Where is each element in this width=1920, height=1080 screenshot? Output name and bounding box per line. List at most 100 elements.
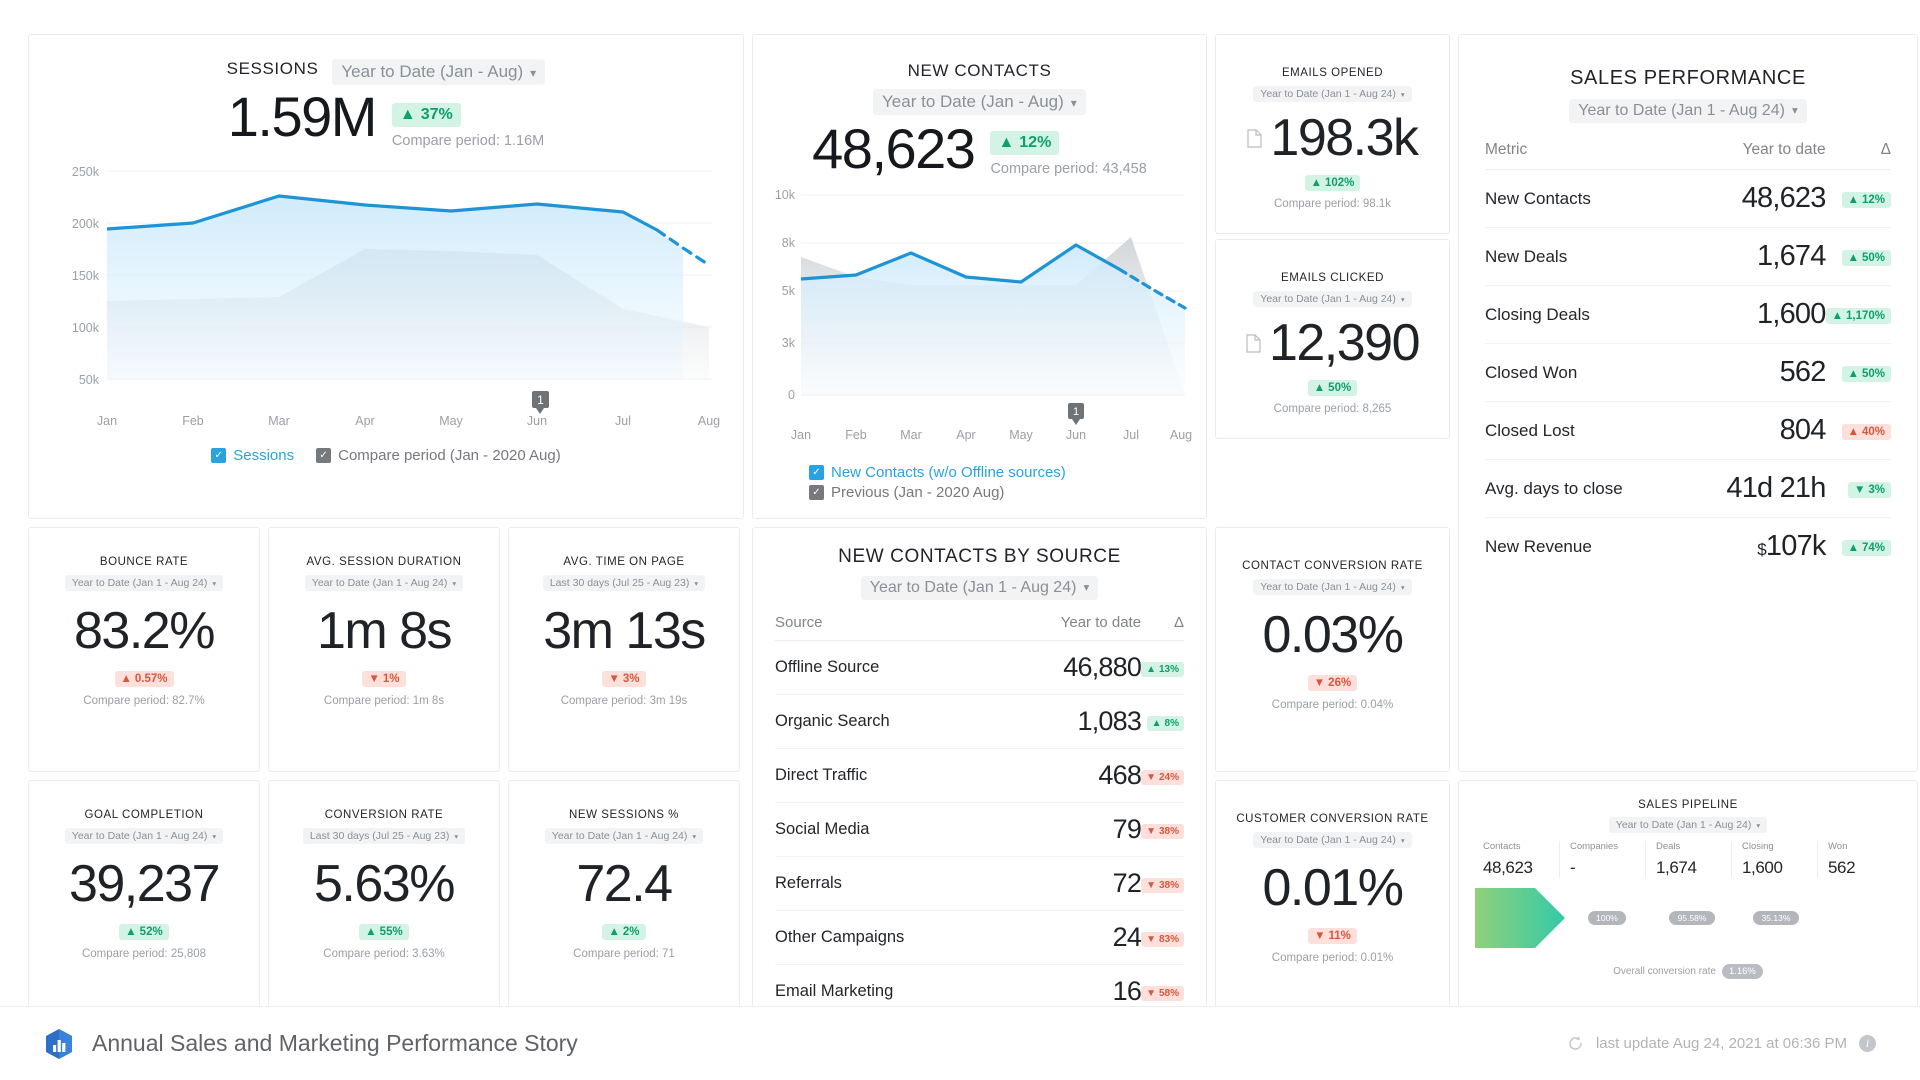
- emails-opened-value: 198.3k: [1270, 109, 1419, 167]
- table-row[interactable]: Avg. days to close 41d 21h ▼ 3%: [1485, 459, 1891, 518]
- sessions-value-row: 1.59M ▲ 37% Compare period: 1.16M: [47, 85, 725, 150]
- col-delta[interactable]: Δ: [1141, 614, 1184, 641]
- arrow-up-icon: ▲: [399, 106, 416, 123]
- arrow-up-icon: ▲: [1847, 251, 1859, 264]
- new-sessions-period-dropdown[interactable]: Year to Date (Jan 1 - Aug 24) ▾: [544, 828, 704, 844]
- new-contacts-period-dropdown[interactable]: Year to Date (Jan - Aug) ▾: [873, 89, 1086, 115]
- sessions-legend: ✓ Sessions ✓ Compare period (Jan - 2020 …: [47, 447, 725, 464]
- sales-pipeline-period-dropdown[interactable]: Year to Date (Jan 1 - Aug 24) ▾: [1608, 817, 1768, 833]
- pipeline-stage-won[interactable]: Won 562: [1817, 841, 1903, 878]
- pipeline-stage-closing[interactable]: Closing 1,600: [1731, 841, 1817, 878]
- info-icon[interactable]: i: [1859, 1035, 1876, 1052]
- pipeline-stage-deals[interactable]: Deals 1,674: [1645, 841, 1731, 878]
- contact-conversion-period-label: Year to Date (Jan 1 - Aug 24): [1260, 581, 1396, 593]
- source-delta-badge: ▼ 58%: [1141, 985, 1184, 1001]
- conversion-rate-period-dropdown[interactable]: Last 30 days (Jul 25 - Aug 23) ▾: [302, 828, 466, 844]
- svg-text:Mar: Mar: [268, 414, 290, 428]
- contact-conversion-value: 0.03%: [1262, 606, 1404, 664]
- legend-item-new-contacts[interactable]: ✓ New Contacts (w/o Offline sources): [809, 464, 1192, 481]
- goal-completion-period-label: Year to Date (Jan 1 - Aug 24): [71, 830, 208, 842]
- bounce-rate-period-dropdown[interactable]: Year to Date (Jan 1 - Aug 24) ▾: [64, 575, 224, 591]
- goal-completion-delta-badge: ▲ 52%: [119, 924, 169, 940]
- contacts-by-source-period-dropdown[interactable]: Year to Date (Jan 1 - Aug 24) ▾: [860, 576, 1099, 600]
- svg-text:May: May: [1009, 428, 1033, 442]
- new-contacts-legend: ✓ New Contacts (w/o Offline sources) ✓ P…: [767, 464, 1192, 501]
- metric-delta-badge: ▲ 74%: [1841, 539, 1891, 556]
- pipeline-stage-contacts[interactable]: Contacts 48,623: [1473, 841, 1559, 878]
- sessions-value: 1.59M: [227, 85, 378, 148]
- new-contacts-delta-value: 12%: [1019, 134, 1052, 151]
- chevron-down-icon: ▾: [1400, 836, 1405, 846]
- emails-opened-compare: Compare period: 98.1k: [1274, 198, 1391, 210]
- new-sessions-delta-value: 2%: [622, 926, 640, 938]
- avg-time-compare: Compare period: 3m 19s: [560, 695, 688, 707]
- emails-clicked-period-label: Year to Date (Jan 1 - Aug 24): [1260, 293, 1396, 305]
- metric-value: 41d 21h: [1682, 459, 1826, 518]
- sessions-period-dropdown[interactable]: Year to Date (Jan - Aug) ▾: [332, 59, 546, 85]
- app-logo-icon: [46, 1028, 72, 1059]
- table-row[interactable]: Organic Search 1,083 ▲ 8%: [775, 694, 1184, 749]
- annotation-marker-jun[interactable]: 1: [1068, 403, 1084, 425]
- sales-performance-period-dropdown[interactable]: Year to Date (Jan 1 - Aug 24) ▾: [1569, 99, 1807, 123]
- goal-completion-period-dropdown[interactable]: Year to Date (Jan 1 - Aug 24) ▾: [64, 828, 224, 844]
- pipeline-stage-companies[interactable]: Companies -: [1559, 841, 1645, 878]
- legend-item-previous[interactable]: ✓ Previous (Jan - 2020 Aug): [809, 484, 1192, 501]
- arrow-down-icon: ▼: [1146, 879, 1156, 891]
- legend-item-sessions[interactable]: ✓ Sessions: [211, 447, 294, 464]
- table-row[interactable]: Closed Won 562 ▲ 50%: [1485, 343, 1891, 402]
- sessions-title: SESSIONS: [226, 59, 319, 78]
- table-row[interactable]: New Revenue $107k ▲ 74%: [1485, 518, 1891, 576]
- table-row[interactable]: Offline Source 46,880 ▲ 13%: [775, 640, 1184, 695]
- table-row[interactable]: Other Campaigns 24 ▼ 83%: [775, 910, 1184, 965]
- new-sessions-compare: Compare period: 71: [573, 948, 675, 960]
- goal-completion-delta-value: 52%: [139, 926, 163, 938]
- table-row[interactable]: Social Media 79 ▼ 38%: [775, 802, 1184, 857]
- legend-item-compare[interactable]: ✓ Compare period (Jan - 2020 Aug): [316, 447, 561, 464]
- table-row[interactable]: New Contacts 48,623 ▲ 12%: [1485, 169, 1891, 228]
- customer-conversion-period-dropdown[interactable]: Year to Date (Jan 1 - Aug 24) ▾: [1253, 832, 1412, 848]
- contact-conversion-period-dropdown[interactable]: Year to Date (Jan 1 - Aug 24) ▾: [1253, 579, 1412, 595]
- table-row[interactable]: Referrals 72 ▼ 38%: [775, 856, 1184, 911]
- arrow-down-icon: ▼: [608, 673, 620, 685]
- table-row[interactable]: Direct Traffic 468 ▼ 24%: [775, 748, 1184, 803]
- col-year-to-date[interactable]: Year to date: [1682, 141, 1826, 170]
- emails-clicked-delta-badge: ▲ 50%: [1307, 380, 1358, 396]
- table-row[interactable]: Closing Deals 1,600 ▲ 1,170%: [1485, 285, 1891, 344]
- contact-conversion-title: CONTACT CONVERSION RATE: [1242, 560, 1423, 572]
- pipeline-stage-label: Closing: [1742, 841, 1774, 852]
- sessions-delta-value: 37%: [420, 106, 453, 123]
- customer-conversion-compare: Compare period: 0.01%: [1271, 952, 1394, 964]
- metric-value: 48,623: [1682, 169, 1826, 228]
- sessions-period-label: Year to Date (Jan - Aug): [341, 62, 524, 81]
- emails-clicked-period-dropdown[interactable]: Year to Date (Jan 1 - Aug 24) ▾: [1253, 291, 1412, 307]
- source-delta-badge: ▼ 24%: [1141, 769, 1184, 785]
- chevron-down-icon: ▾: [452, 579, 457, 589]
- legend-label-new-contacts: New Contacts (w/o Offline sources): [831, 464, 1066, 481]
- annotation-marker-jun[interactable]: 1: [532, 391, 549, 414]
- table-row[interactable]: New Deals 1,674 ▲ 50%: [1485, 227, 1891, 286]
- col-delta[interactable]: Δ: [1825, 141, 1891, 170]
- avg-session-period-dropdown[interactable]: Year to Date (Jan 1 - Aug 24) ▾: [304, 575, 464, 591]
- emails-clicked-value: 12,390: [1268, 314, 1421, 372]
- bounce-rate-period-label: Year to Date (Jan 1 - Aug 24): [71, 577, 208, 589]
- svg-text:8k: 8k: [782, 236, 796, 250]
- col-metric[interactable]: Metric: [1485, 141, 1683, 170]
- avg-session-period-label: Year to Date (Jan 1 - Aug 24): [311, 577, 448, 589]
- col-source[interactable]: Source: [775, 614, 1001, 641]
- arrow-up-icon: ▲: [1847, 367, 1859, 380]
- metric-delta-badge: ▲ 50%: [1841, 249, 1891, 266]
- table-row[interactable]: Closed Lost 804 ▲ 40%: [1485, 401, 1891, 460]
- avg-session-delta-value: 1%: [382, 673, 400, 685]
- source-delta-badge: ▼ 83%: [1141, 931, 1184, 947]
- footer-right: last update Aug 24, 2021 at 06:36 PM i: [1567, 1035, 1876, 1052]
- refresh-icon[interactable]: [1567, 1035, 1584, 1052]
- customer-conversion-rate-card: CUSTOMER CONVERSION RATE Year to Date (J…: [1215, 780, 1450, 1025]
- pipeline-stage-value: -: [1570, 858, 1576, 877]
- avg-time-period-dropdown[interactable]: Last 30 days (Jul 25 - Aug 23) ▾: [542, 575, 706, 591]
- chevron-down-icon: ▾: [454, 832, 459, 842]
- col-year-to-date[interactable]: Year to date: [1000, 614, 1142, 641]
- arrow-up-icon: ▲: [1313, 382, 1326, 394]
- emails-clicked-delta-value: 50%: [1328, 382, 1352, 394]
- emails-opened-period-dropdown[interactable]: Year to Date (Jan 1 - Aug 24) ▾: [1253, 86, 1412, 102]
- svg-text:Aug: Aug: [1170, 428, 1192, 442]
